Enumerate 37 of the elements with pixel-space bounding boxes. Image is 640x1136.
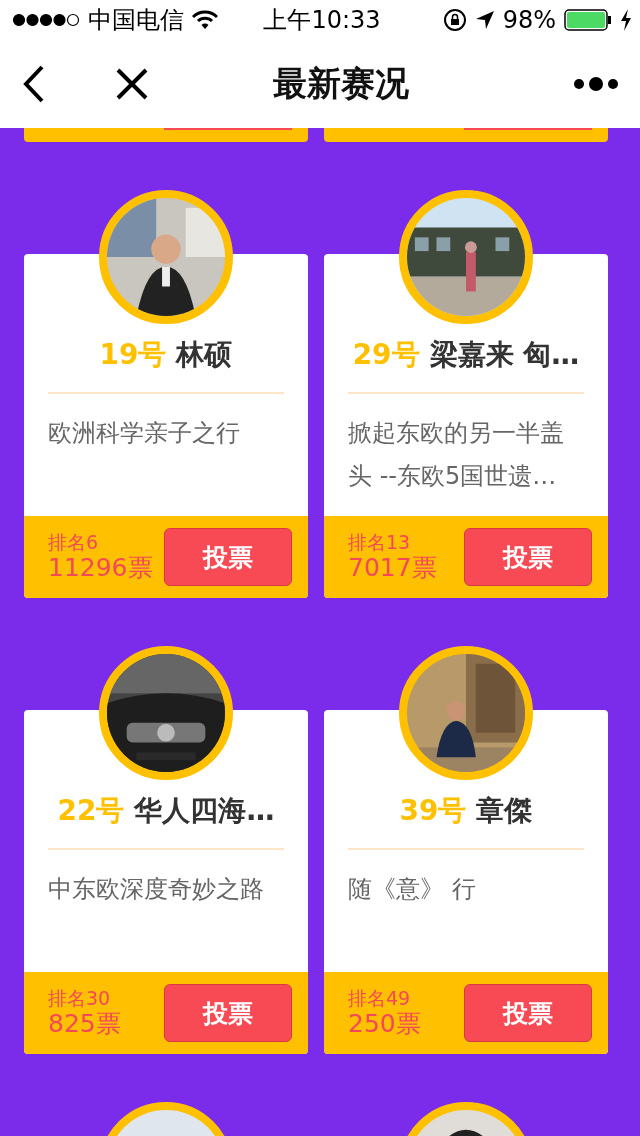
contestant-name: 华人四海…: [134, 793, 275, 829]
entry-title: 中东欧深度奇妙之路: [48, 874, 265, 905]
contestant-name: 林硕: [176, 337, 233, 373]
vote-count: 250票: [348, 1009, 421, 1039]
contestant-card[interactable]: 19号 林硕 欧洲科学亲子之行 排名6 11296票 投票: [24, 254, 308, 598]
rank-label: 排名49: [348, 987, 412, 1009]
signal-icon: [12, 13, 80, 27]
rotation-lock-icon: [442, 8, 467, 32]
status-time: 上午10:33: [263, 5, 381, 36]
page-title: 最新赛况: [272, 62, 410, 105]
wifi-icon: [192, 10, 218, 30]
more-icon: [573, 76, 619, 92]
contestant-card[interactable]: 22号 华人四海… 中东欧深度奇妙之路 排名30 825票 投票: [24, 710, 308, 1054]
battery-percent: 98%: [502, 6, 556, 34]
charging-icon: [620, 9, 632, 31]
contestant-number: 29号: [352, 337, 420, 373]
entry-title: 掀起东欧的另一半盖头 --东欧5国世遗…: [348, 418, 565, 492]
rank-label: 排名6: [48, 531, 100, 553]
contestant-number: 19号: [99, 337, 167, 373]
location-arrow-icon: [474, 10, 495, 30]
contestant-name: 梁嘉来 匈…: [429, 337, 580, 373]
entry-title: 随《意》 行: [348, 874, 477, 905]
rank-label: 排名13: [348, 531, 412, 553]
contestant-card[interactable]: 29号 梁嘉来 匈… 掀起东欧的另一半盖头 --东欧5国世遗… 排名13 7017票 投票: [324, 254, 608, 598]
battery-icon: [564, 9, 612, 31]
rank-label: 排名30: [48, 987, 112, 1009]
contestant-card[interactable]: 39号 章傑 随《意》 行 排名49 250票 投票: [324, 710, 608, 1054]
carrier-name: 中国电信: [88, 5, 184, 36]
back-icon: [22, 65, 46, 103]
vote-count: 7017票: [348, 553, 437, 583]
contestant-number: 39号: [399, 793, 467, 829]
contestant-number: 22号: [57, 793, 125, 829]
vote-count: 825票: [48, 1009, 121, 1039]
contestant-name: 章傑: [476, 793, 533, 829]
entry-title: 欧洲科学亲子之行: [48, 418, 241, 449]
close-icon: [116, 68, 148, 100]
vote-count: 11296票: [48, 553, 153, 583]
